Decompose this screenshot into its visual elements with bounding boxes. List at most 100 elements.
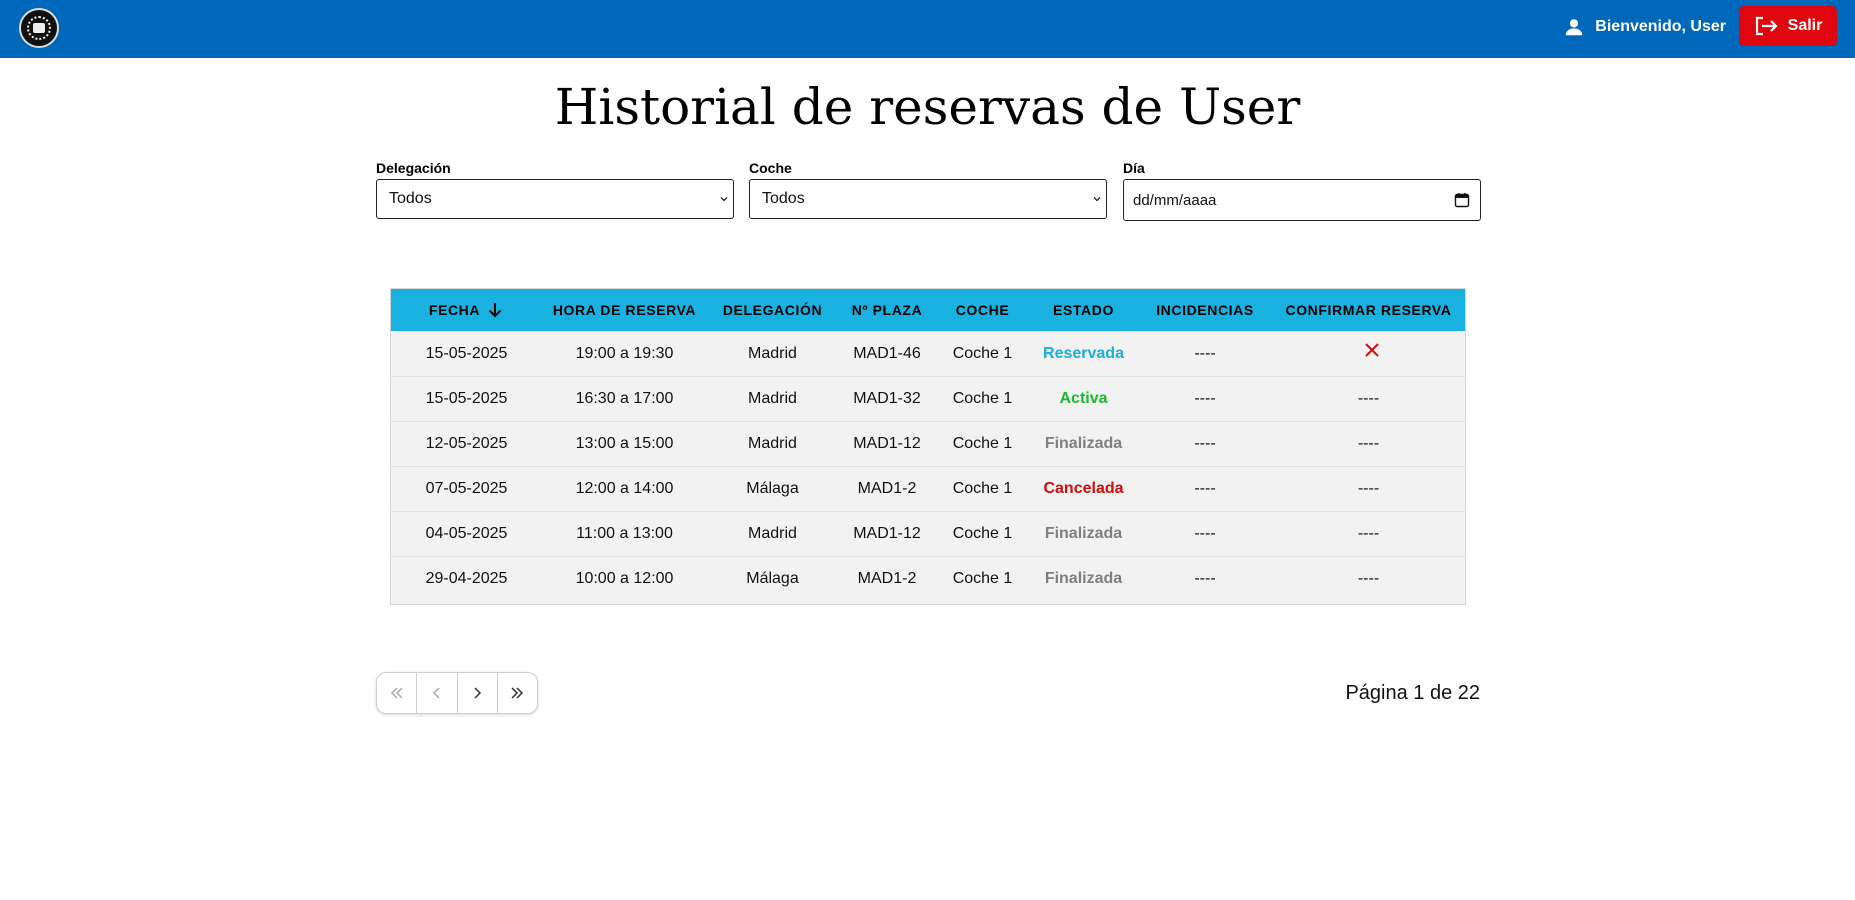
last-page-icon [511, 687, 524, 699]
cell-estado: Finalizada [1044, 570, 1123, 587]
cell-confirmar: ---- [1357, 435, 1380, 452]
logout-label: Salir [1787, 17, 1823, 34]
table-row: 07-05-2025 12:00 a 14:00 Málaga MAD1-2 C… [391, 466, 1465, 511]
filter-delegacion-label: Delegación [376, 160, 451, 176]
cell-coche: Coche 1 [952, 344, 1013, 362]
first-page-button[interactable] [377, 673, 416, 713]
column-header-label: FECHA [428, 302, 481, 318]
cell-coche: Coche 1 [952, 390, 1013, 407]
cell-coche: Coche 1 [952, 525, 1013, 542]
filter-delegacion: Delegación Todos [376, 160, 734, 219]
cell-confirmar [1272, 331, 1465, 376]
page-title: Historial de reservas de User [554, 78, 1301, 136]
table-row: 15-05-2025 19:00 a 19:30 Madrid MAD1-46 … [391, 331, 1465, 376]
cell-plaza: MAD1-2 [857, 480, 917, 497]
cell-fecha: 07-05-2025 [425, 480, 508, 497]
cell-confirmar: ---- [1357, 570, 1380, 587]
emblem-logo-icon[interactable] [19, 8, 59, 48]
cell-coche: Coche 1 [952, 480, 1013, 497]
cell-hora: 13:00 a 15:00 [575, 435, 674, 452]
table-row: 29-04-2025 10:00 a 12:00 Málaga MAD1-2 C… [391, 556, 1465, 601]
cell-incidencias: ---- [1194, 525, 1216, 542]
column-header-hora[interactable]: HORA DE RESERVA [542, 289, 707, 331]
cell-coche: Coche 1 [952, 435, 1013, 452]
top-navbar: Bienvenido, User Salir [0, 0, 1855, 58]
cell-incidencias: ---- [1194, 480, 1216, 497]
filter-coche-label: Coche [749, 160, 792, 176]
cell-fecha: 29-04-2025 [425, 570, 508, 587]
cell-incidencias: ---- [1194, 390, 1216, 407]
cell-delegacion: Madrid [748, 525, 797, 542]
cell-incidencias: ---- [1194, 570, 1216, 587]
cell-delegacion: Madrid [748, 344, 797, 362]
previous-page-button[interactable] [416, 673, 456, 713]
reservations-table: FECHA HORA DE RESERVA DELEGACIÓN Nº PLAZ… [390, 288, 1466, 605]
cell-delegacion: Málaga [746, 570, 799, 587]
cell-estado: Cancelada [1043, 480, 1124, 497]
welcome-text: Bienvenido, User [1595, 18, 1726, 35]
cell-plaza: MAD1-2 [857, 570, 917, 587]
filter-dia-label: Día [1123, 160, 1145, 176]
cell-estado: Finalizada [1044, 435, 1123, 452]
last-page-button[interactable] [496, 673, 537, 713]
cell-estado: Activa [1059, 390, 1108, 407]
cell-hora: 16:30 a 17:00 [575, 390, 674, 407]
cell-incidencias: ---- [1194, 344, 1216, 362]
chevron-down-icon [720, 197, 728, 202]
x-icon[interactable] [1363, 341, 1381, 359]
delegacion-select[interactable]: Todos [376, 179, 734, 219]
column-header-coche[interactable]: COCHE [936, 289, 1029, 331]
next-page-button[interactable] [456, 673, 497, 713]
cell-confirmar: ---- [1357, 480, 1380, 497]
calendar-icon[interactable] [1454, 192, 1470, 208]
column-header-confirmar[interactable]: CONFIRMAR RESERVA [1272, 289, 1465, 331]
cell-confirmar: ---- [1357, 390, 1380, 407]
coche-select[interactable]: Todos [749, 179, 1107, 219]
date-field-placeholder: dd/mm/aaaa [1133, 191, 1217, 209]
welcome-user: Bienvenido, User [1563, 14, 1726, 40]
coche-select-value: Todos [762, 190, 805, 207]
cell-plaza: MAD1-12 [853, 435, 921, 452]
cell-fecha: 15-05-2025 [425, 390, 508, 407]
cell-plaza: MAD1-46 [853, 344, 921, 362]
previous-page-icon [432, 687, 440, 699]
filter-dia: Día dd/mm/aaaa [1123, 160, 1481, 221]
cell-delegacion: Madrid [748, 390, 797, 407]
page-indicator: Página 1 de 22 [1345, 682, 1480, 704]
cell-fecha: 12-05-2025 [425, 435, 508, 452]
cell-hora: 12:00 a 14:00 [575, 480, 674, 497]
column-header-incidencias[interactable]: INCIDENCIAS [1138, 289, 1272, 331]
cell-hora: 10:00 a 12:00 [575, 570, 674, 587]
cell-coche: Coche 1 [952, 570, 1013, 587]
next-page-icon [474, 687, 482, 699]
pagination [376, 672, 538, 714]
cell-incidencias: ---- [1194, 435, 1216, 452]
cell-delegacion: Málaga [746, 480, 799, 497]
cell-estado: Finalizada [1044, 525, 1123, 542]
logout-button[interactable]: Salir [1739, 6, 1837, 46]
date-field[interactable]: dd/mm/aaaa [1123, 179, 1481, 221]
first-page-icon [390, 687, 403, 699]
filter-coche: Coche Todos [749, 160, 1107, 219]
chevron-down-icon [1093, 197, 1101, 202]
cell-plaza: MAD1-32 [853, 390, 921, 407]
cell-hora: 11:00 a 13:00 [576, 525, 673, 542]
cell-delegacion: Madrid [748, 435, 797, 452]
column-header-plaza[interactable]: Nº PLAZA [838, 289, 936, 331]
table-header: FECHA HORA DE RESERVA DELEGACIÓN Nº PLAZ… [391, 289, 1465, 331]
arrow-down-icon [488, 303, 502, 318]
cell-confirmar: ---- [1357, 525, 1380, 542]
table-row: 12-05-2025 13:00 a 15:00 Madrid MAD1-12 … [391, 421, 1465, 466]
column-header-delegacion[interactable]: DELEGACIÓN [707, 289, 838, 331]
column-header-estado[interactable]: ESTADO [1029, 289, 1138, 331]
cell-hora: 19:00 a 19:30 [575, 344, 674, 362]
column-header-fecha[interactable]: FECHA [391, 289, 542, 331]
logout-icon [1755, 16, 1778, 36]
user-icon [1566, 19, 1583, 36]
cell-fecha: 04-05-2025 [425, 525, 508, 542]
cell-fecha: 15-05-2025 [425, 344, 508, 362]
table-row: 15-05-2025 16:30 a 17:00 Madrid MAD1-32 … [391, 376, 1465, 421]
table-row: 04-05-2025 11:00 a 13:00 Madrid MAD1-12 … [391, 511, 1465, 556]
delegacion-select-value: Todos [389, 190, 432, 207]
cell-plaza: MAD1-12 [853, 525, 921, 542]
